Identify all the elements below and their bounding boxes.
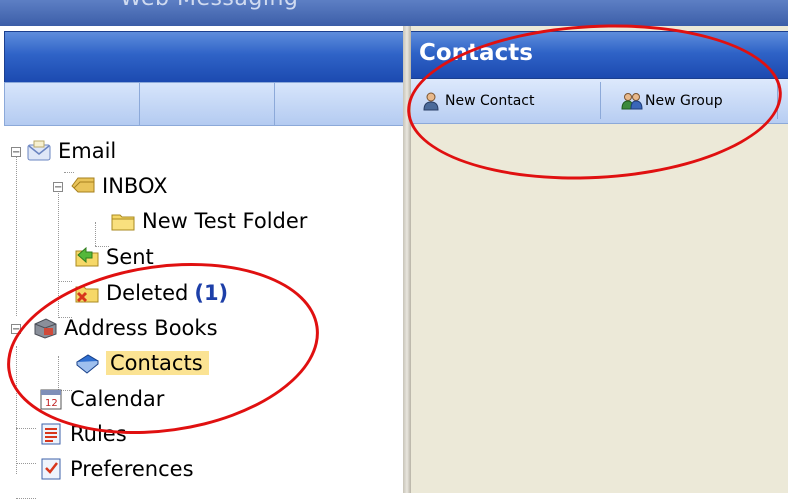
tree-item-calendar[interactable]: 12 Calendar [38,384,164,414]
deleted-folder-icon [74,281,100,305]
new-contact-label: New Contact [445,92,535,109]
tree-item-label: Address Books [64,316,218,340]
tree-item-label: Contacts [106,351,209,375]
inbox-tray-icon [70,174,96,198]
tree-item-email[interactable]: Email [26,136,116,166]
tree-item-label: Preferences [70,457,194,481]
tree-item-inbox[interactable]: INBOX [70,171,168,201]
navigation-toolbar-segment[interactable] [5,83,140,125]
new-group-icon [621,91,643,111]
page-title: Contacts [419,40,533,66]
contacts-toolbar: New Contact New Group [411,79,788,124]
folder-icon [110,209,136,233]
new-contact-icon [421,91,441,111]
app-banner: Web Messaging [0,0,788,26]
tree-item-label: Email [58,139,117,163]
tree-item-label: New Test Folder [142,209,308,233]
new-group-button[interactable]: New Group [611,82,778,119]
tree-item-label: Deleted [106,281,189,305]
navigation-pane: − Email − INBOX New Test Folder Sent Del… [0,26,407,499]
navigation-toolbar-segment[interactable] [140,83,275,125]
tree-connector [58,281,72,282]
tree-connector [16,428,36,429]
tree-connector [16,150,17,316]
contacts-book-icon [74,351,100,375]
navigation-pane-header [4,31,405,83]
tree-item-label: Calendar [70,387,165,411]
tree-item-preferences[interactable]: Preferences [38,454,194,484]
calendar-icon: 12 [38,387,64,411]
app-banner-title: Web Messaging [120,0,298,11]
new-contact-button[interactable]: New Contact [411,82,601,119]
collapse-address-books-toggle[interactable]: − [11,324,21,335]
tree-item-new-test-folder[interactable]: New Test Folder [110,206,307,236]
tree-item-label: Sent [106,245,154,269]
navigation-toolbar [4,82,405,126]
unread-count-badge: (1) [194,281,229,305]
tree-item-deleted[interactable]: Deleted (1) [74,278,228,308]
tree-item-label: Rules [70,422,127,446]
new-group-label: New Group [645,92,723,109]
sent-folder-icon [74,245,100,269]
tree-item-contacts[interactable]: Contacts [74,348,209,378]
navigation-toolbar-segment[interactable] [275,83,404,125]
folder-tree: − Email − INBOX New Test Folder Sent Del… [0,126,407,499]
tree-item-address-books[interactable]: Address Books [32,313,218,343]
svg-text:12: 12 [45,398,58,409]
tree-connector [16,346,17,474]
envelope-icon [26,139,52,163]
contacts-pane-header: Contacts [411,31,788,79]
tree-connector [58,188,59,318]
tree-item-sent[interactable]: Sent [74,242,154,272]
collapse-inbox-toggle[interactable]: − [53,182,63,193]
pane-splitter[interactable] [403,26,411,493]
preferences-checklist-icon [38,457,64,481]
tree-connector [16,463,36,464]
tree-item-rules[interactable]: Rules [38,419,127,449]
collapse-email-toggle[interactable]: − [11,147,21,158]
tree-item-label: INBOX [102,174,168,198]
rules-list-icon [38,422,64,446]
address-book-icon [32,316,58,340]
contacts-pane: Contacts New Contact New Group [411,26,788,493]
